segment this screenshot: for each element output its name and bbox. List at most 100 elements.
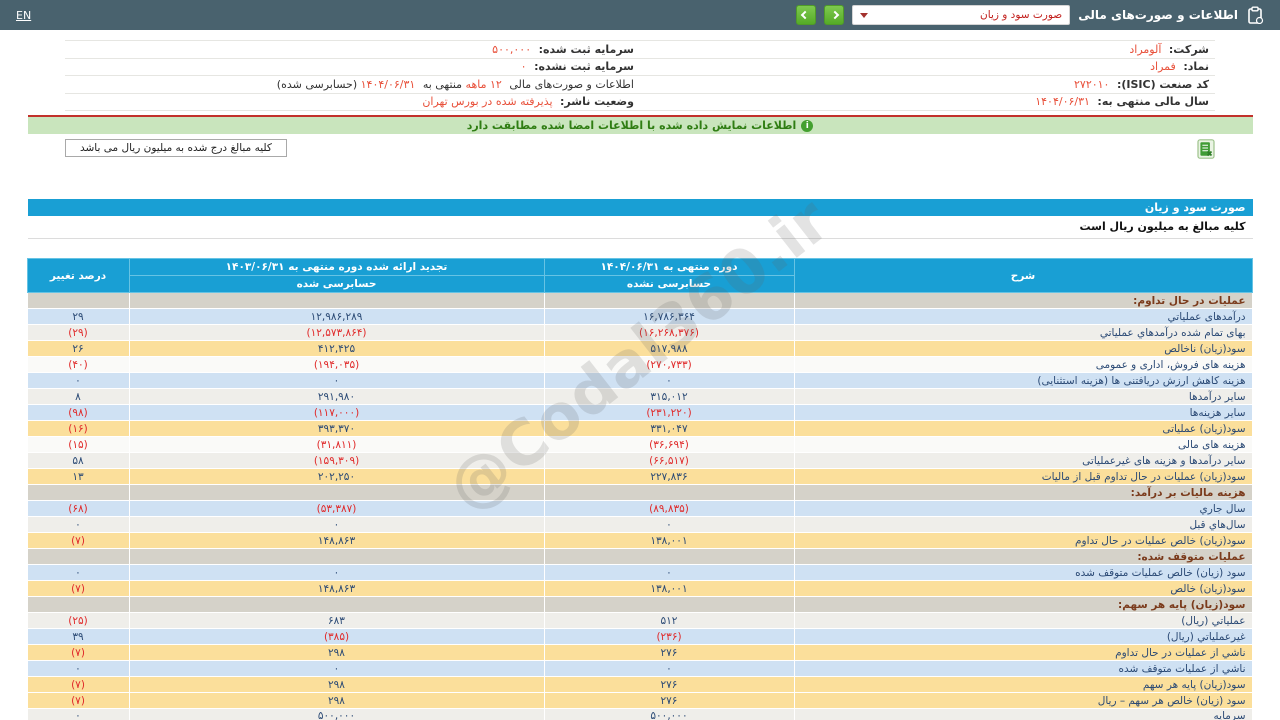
row-label: درآمدهای عملیاتي bbox=[794, 309, 1252, 325]
page-title: اطلاعات و صورت‌های مالی bbox=[1078, 8, 1238, 22]
cell-restated: (۱۹۴,۰۳۵) bbox=[129, 357, 544, 373]
table-row: هزینه های فروش، اداری و عمومی(۲۷۰,۷۳۳)(۱… bbox=[27, 357, 1252, 373]
cell-restated: ۱۴۸,۸۶۳ bbox=[129, 581, 544, 597]
row-label: سایر درآمدها bbox=[794, 389, 1252, 405]
cell-restated: ۲۰۲,۲۵۰ bbox=[129, 469, 544, 485]
report-type-select[interactable]: صورت سود و زیان bbox=[852, 5, 1070, 25]
cell-current: ۰ bbox=[544, 661, 794, 677]
row-label: سود(زیان) ناخالص bbox=[794, 341, 1252, 357]
cell-restated: ۶۸۳ bbox=[129, 613, 544, 629]
row-label: سود(زیان) پایه هر سهم bbox=[794, 677, 1252, 693]
info-icon: i bbox=[801, 120, 813, 132]
language-toggle-en[interactable]: EN bbox=[16, 9, 31, 22]
table-row: سال‌هاي قبل۰۰۰ bbox=[27, 517, 1252, 533]
row-label: عملیات در حال تداوم: bbox=[794, 293, 1252, 309]
row-label: ناشي از عملیات متوقف شده bbox=[794, 661, 1252, 677]
cell-change: (۴۰) bbox=[27, 357, 129, 373]
statement-table-body: عملیات در حال تداوم:درآمدهای عملیاتي۱۶,۷… bbox=[27, 293, 1252, 720]
cell-change: (۹۸) bbox=[27, 405, 129, 421]
cell-restated: (۱۵۹,۳۰۹) bbox=[129, 453, 544, 469]
next-report-button[interactable] bbox=[824, 5, 844, 25]
info-row: شرکت: آلومراد سرمایه ثبت شده: ۵۰۰,۰۰۰ bbox=[65, 41, 1215, 59]
excel-export-icon[interactable] bbox=[1197, 139, 1215, 159]
cell-restated: ۳۹۳,۳۷۰ bbox=[129, 421, 544, 437]
cell-current: ۳۳۱,۰۴۷ bbox=[544, 421, 794, 437]
row-label: عملیات متوقف شده: bbox=[794, 549, 1252, 565]
symbol-label: نماد: bbox=[1183, 60, 1209, 73]
statement-title-bar: صورت سود و زیان bbox=[28, 199, 1253, 216]
chevron-right-icon bbox=[831, 11, 839, 19]
cell-current: ۵۱۷,۹۸۸ bbox=[544, 341, 794, 357]
statement-subtitle: کلیه مبالغ به میلیون ریال است bbox=[28, 216, 1253, 239]
cell-restated: ۰ bbox=[129, 517, 544, 533]
table-row: سود(زیان) عملیات در حال تداوم قبل از مال… bbox=[27, 469, 1252, 485]
info-row: کد صنعت (ISIC): ۲۷۲۰۱۰ اطلاعات و صورت‌ها… bbox=[65, 76, 1215, 94]
company-label: شرکت: bbox=[1169, 43, 1209, 56]
cell-restated: (۱۲,۵۷۳,۸۶۴) bbox=[129, 325, 544, 341]
cell-change: ۲۹ bbox=[27, 309, 129, 325]
cell-change: ۰ bbox=[27, 373, 129, 389]
row-label: سود (زیان) خالص هر سهم – ریال bbox=[794, 693, 1252, 709]
statement-table-wrap: @Codal360.ir شرح دوره منتهی به ۱۴۰۴/۰۶/۳… bbox=[28, 258, 1253, 720]
table-row: سود(زیان) پایه هر سهم۲۷۶۲۹۸(۷) bbox=[27, 677, 1252, 693]
cell-change bbox=[27, 485, 129, 501]
cell-change: (۷) bbox=[27, 533, 129, 549]
cell-change: (۶۸) bbox=[27, 501, 129, 517]
chevron-left-icon bbox=[801, 11, 809, 19]
cell-change bbox=[27, 549, 129, 565]
cell-change: (۱۵) bbox=[27, 437, 129, 453]
signed-match-notice: i اطلاعات نمایش داده شده با اطلاعات امضا… bbox=[28, 117, 1253, 134]
cell-change: ۰ bbox=[27, 661, 129, 677]
table-row: سرمایه۵۰۰,۰۰۰۵۰۰,۰۰۰۰ bbox=[27, 709, 1252, 720]
statement-table: شرح دوره منتهی به ۱۴۰۴/۰۶/۳۱ تجدید ارائه… bbox=[27, 258, 1253, 720]
unregistered-capital-label: سرمایه ثبت نشده: bbox=[534, 60, 634, 73]
table-row: سایر درآمدها و هزینه های غیرعملیاتی(۶۶,۵… bbox=[27, 453, 1252, 469]
table-row: هزینه های مالی(۳۶,۶۹۴)(۳۱,۸۱۱)(۱۵) bbox=[27, 437, 1252, 453]
row-label: هزینه کاهش ارزش دریافتنی ها (هزینه استثن… bbox=[794, 373, 1252, 389]
row-label: سود(زیان) پایه هر سهم: bbox=[794, 597, 1252, 613]
cell-restated bbox=[129, 293, 544, 309]
previous-report-button[interactable] bbox=[796, 5, 816, 25]
table-row: سود(زیان) خالص عملیات در حال تداوم۱۳۸,۰۰… bbox=[27, 533, 1252, 549]
cell-restated bbox=[129, 597, 544, 613]
cell-change: (۱۶) bbox=[27, 421, 129, 437]
row-label: سود (زیان) خالص عملیات متوقف شده bbox=[794, 565, 1252, 581]
cell-current: (۳۶,۶۹۴) bbox=[544, 437, 794, 453]
cell-current: (۲۳۶) bbox=[544, 629, 794, 645]
isic-label: کد صنعت (ISIC): bbox=[1117, 78, 1209, 91]
table-row: سود(زیان) خالص۱۳۸,۰۰۱۱۴۸,۸۶۳(۷) bbox=[27, 581, 1252, 597]
cell-current bbox=[544, 293, 794, 309]
cell-current: ۰ bbox=[544, 517, 794, 533]
cell-restated: ۰ bbox=[129, 565, 544, 581]
row-label: هزینه مالیات بر درآمد: bbox=[794, 485, 1252, 501]
row-label: سود(زیان) عملیات در حال تداوم قبل از مال… bbox=[794, 469, 1252, 485]
table-row: بهای تمام شده درآمدهاي عملیاتي(۱۶,۲۶۸,۳۷… bbox=[27, 325, 1252, 341]
registered-capital-value: ۵۰۰,۰۰۰ bbox=[492, 43, 535, 56]
row-label: سال جاري bbox=[794, 501, 1252, 517]
row-label: سرمایه bbox=[794, 709, 1252, 720]
row-label: سایر هزینه‌ها bbox=[794, 405, 1252, 421]
table-row: سود (زیان) خالص عملیات متوقف شده۰۰۰ bbox=[27, 565, 1252, 581]
cell-restated: (۳۸۵) bbox=[129, 629, 544, 645]
unregistered-capital-value: ۰ bbox=[521, 60, 531, 73]
publisher-status-value: پذیرفته شده در بورس تهران bbox=[422, 95, 556, 108]
cell-restated: (۱۱۷,۰۰۰) bbox=[129, 405, 544, 421]
cell-change: ۳۹ bbox=[27, 629, 129, 645]
publisher-status-label: وضعیت ناشر: bbox=[560, 95, 634, 108]
cell-current: ۱۳۸,۰۰۱ bbox=[544, 533, 794, 549]
cell-restated bbox=[129, 549, 544, 565]
cell-restated: ۱۲,۹۸۶,۲۸۹ bbox=[129, 309, 544, 325]
cell-current: ۰ bbox=[544, 373, 794, 389]
period-prefix: اطلاعات و صورت‌های مالی bbox=[509, 78, 634, 91]
period-date: ۱۴۰۴/۰۶/۳۱ bbox=[361, 78, 420, 91]
cell-change: (۲۹) bbox=[27, 325, 129, 341]
row-label: عملیاتي (ریال) bbox=[794, 613, 1252, 629]
cell-current: (۲۷۰,۷۳۳) bbox=[544, 357, 794, 373]
cell-restated: ۲۹۸ bbox=[129, 645, 544, 661]
cell-restated: ۵۰۰,۰۰۰ bbox=[129, 709, 544, 720]
company-info-table: شرکت: آلومراد سرمایه ثبت شده: ۵۰۰,۰۰۰ نم… bbox=[65, 40, 1215, 111]
cell-change: (۷) bbox=[27, 645, 129, 661]
cell-current: ۱۳۸,۰۰۱ bbox=[544, 581, 794, 597]
table-row: عملیات در حال تداوم: bbox=[27, 293, 1252, 309]
cell-current bbox=[544, 549, 794, 565]
